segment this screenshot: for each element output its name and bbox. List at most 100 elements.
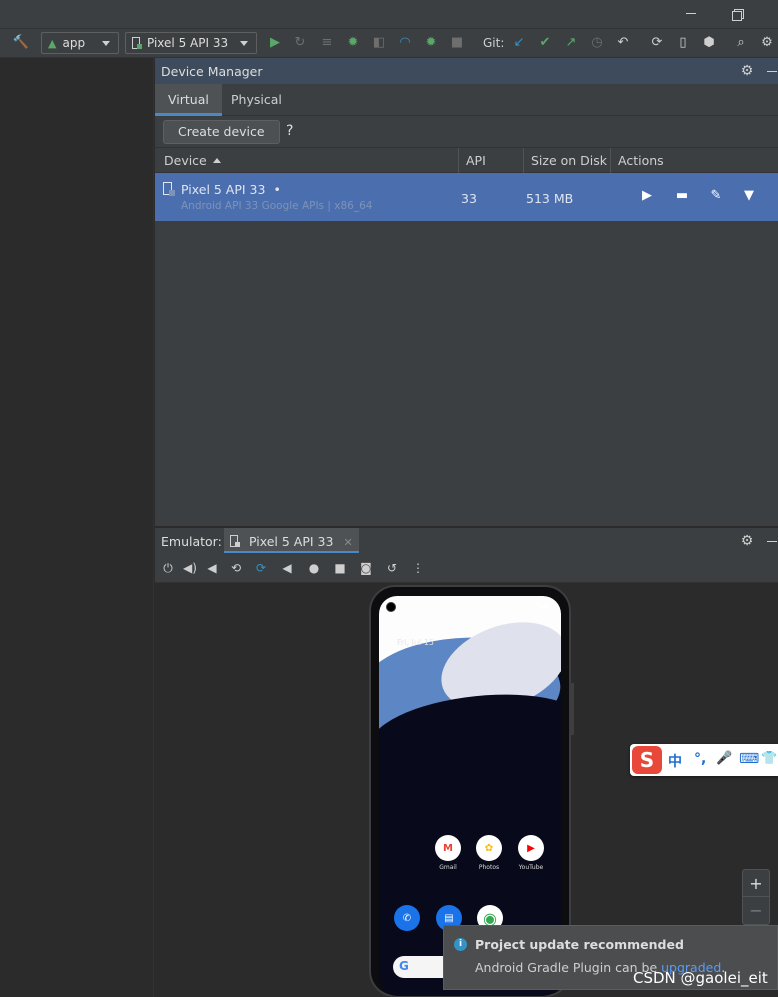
emulator-toolbar: ⏻ ◀) ◀ ⟲ ⟳ ◀ ● ■ ◙ ↺ ⋮ [155,553,778,583]
run-config-label: app [62,36,86,50]
search-icon[interactable]: ⌕ [732,34,750,52]
notification-title: Project update recommended [475,937,684,952]
device-manager-header: Device Manager ⚙ [155,58,778,84]
hide-panel-icon[interactable] [767,71,777,72]
table-row[interactable]: Pixel 5 API 33 • Android API 33 Google A… [155,173,778,221]
tab-physical[interactable]: Physical [218,84,295,116]
rotate-right-icon[interactable]: ⟳ [253,560,269,576]
keyboard-icon[interactable]: ⌨ [739,751,759,767]
apply-changes-icon[interactable]: ↻ [291,34,309,52]
app-label: Photos [478,864,500,871]
edit-pencil-icon[interactable]: ✎ [707,187,725,205]
phone-app-icon[interactable]: ✆ [394,905,420,931]
overview-icon[interactable]: ■ [332,560,348,576]
gear-icon[interactable]: ⚙ [740,534,754,548]
home-icon[interactable]: ● [306,560,322,576]
emulator-label: Emulator: [161,534,222,549]
zoom-out-button[interactable]: − [743,897,769,924]
app-label: YouTube [518,864,544,871]
device-subtitle: Android API 33 Google APIs | x86_64 [181,200,373,212]
git-push-icon[interactable]: ↗ [562,34,580,52]
apply-code-changes-icon[interactable]: ≡ [318,34,336,52]
emulator-header: Emulator: Pixel 5 API 33 ✕ ⚙ [155,527,778,554]
sogou-logo-icon[interactable]: S [632,746,662,774]
window-title-bar [0,0,778,28]
column-api[interactable]: API [466,153,486,168]
panel-title: Device Manager [161,64,263,79]
ime-toolbar: S 中 °, 🎤 ⌨ 👕 [630,744,778,776]
front-camera [386,602,396,612]
more-actions-chevron-icon[interactable]: ▼ [740,187,758,205]
device-size: 513 MB [526,191,574,206]
youtube-app-icon[interactable]: ▶ [518,835,544,861]
build-hammer-icon[interactable]: 🔨 [12,34,30,52]
tab-virtual[interactable]: Virtual [155,84,222,116]
more-options-icon[interactable]: ⋮ [410,560,426,576]
screenshot-camera-icon[interactable]: ◙ [358,560,374,576]
hide-panel-icon[interactable] [767,541,777,542]
run-config-selector[interactable]: ▲ app [41,32,119,54]
device-manager-icon[interactable]: ▯ [674,34,692,52]
app-label: Gmail [439,864,457,871]
device-api: 33 [461,191,477,206]
column-size[interactable]: Size on Disk [531,153,607,168]
debug-icon[interactable]: ✹ [344,34,362,52]
power-icon[interactable]: ⏻ [160,560,176,576]
status-bar-icons: ▾◢▮ [536,601,549,609]
restore-icon[interactable] [732,9,744,21]
ime-punctuation-toggle[interactable]: °, [694,751,706,767]
volume-up-icon[interactable]: ◀) [182,560,198,576]
phone-device-icon [163,182,175,196]
gmail-app-icon[interactable]: M [435,835,461,861]
attach-process-icon[interactable]: ✹ [422,34,440,52]
git-commit-icon[interactable]: ✔ [536,34,554,52]
device-actions-bar: Create device ? [155,117,778,147]
minimize-icon[interactable] [686,13,696,14]
gear-icon[interactable]: ⚙ [740,64,754,78]
gradle-sync-icon[interactable]: ⟳ [648,34,666,52]
emulator-device-tab[interactable]: Pixel 5 API 33 ✕ [224,528,359,554]
volume-down-icon[interactable]: ◀ [204,560,220,576]
git-update-icon[interactable]: ↙ [510,34,528,52]
photos-app-icon[interactable]: ✿ [476,835,502,861]
help-icon[interactable]: ? [286,123,293,139]
column-device[interactable]: Device [164,153,221,168]
phone-device-icon [132,36,142,49]
main-toolbar: 🔨 ▲ app Pixel 5 API 33 ▶ ↻ ≡ ✹ ◧ ◠ ✹ ■ G… [0,28,778,58]
rotate-left-icon[interactable]: ⟲ [228,560,244,576]
create-device-button[interactable]: Create device [163,120,280,144]
device-list-empty-area [155,221,778,526]
device-selector-label: Pixel 5 API 33 [147,36,229,50]
back-icon[interactable]: ◀ [279,560,295,576]
google-icon: G [399,959,409,973]
zoom-controls: + − [742,869,770,925]
history-icon[interactable]: ◷ [588,34,606,52]
device-selector[interactable]: Pixel 5 API 33 [125,32,257,54]
chevron-down-icon [240,41,248,46]
chevron-down-icon [102,41,110,46]
device-manager-panel: Device Manager ⚙ Virtual Physical Create… [155,58,778,526]
git-label: Git: [483,36,505,50]
column-actions: Actions [618,153,664,168]
skin-icon[interactable]: 👕 [761,751,777,766]
settings-gear-icon[interactable]: ⚙ [758,34,776,52]
microphone-icon[interactable]: 🎤 [716,751,732,766]
device-table-header: Device API Size on Disk Actions [155,147,778,173]
ime-mode-toggle[interactable]: 中 [668,751,682,771]
device-tabs: Virtual Physical [155,84,778,116]
stop-icon[interactable]: ■ [448,34,466,52]
sdk-manager-icon[interactable]: ⬢ [700,34,718,52]
zoom-in-button[interactable]: + [743,870,769,897]
profiler-icon[interactable]: ◠ [396,34,414,52]
attach-debugger-icon[interactable]: ◧ [370,34,388,52]
show-on-disk-folder-icon[interactable]: ▬ [673,187,691,205]
launch-play-icon[interactable]: ▶ [638,187,656,205]
snapshot-icon[interactable]: ↺ [384,560,400,576]
sort-ascending-icon [212,158,221,163]
online-status-dot: • [273,182,281,197]
device-name: Pixel 5 API 33 • [181,182,281,197]
rollback-icon[interactable]: ↶ [614,34,632,52]
close-tab-icon[interactable]: ✕ [343,536,352,549]
run-icon[interactable]: ▶ [266,34,284,52]
watermark: CSDN @gaolei_eit [633,969,768,987]
